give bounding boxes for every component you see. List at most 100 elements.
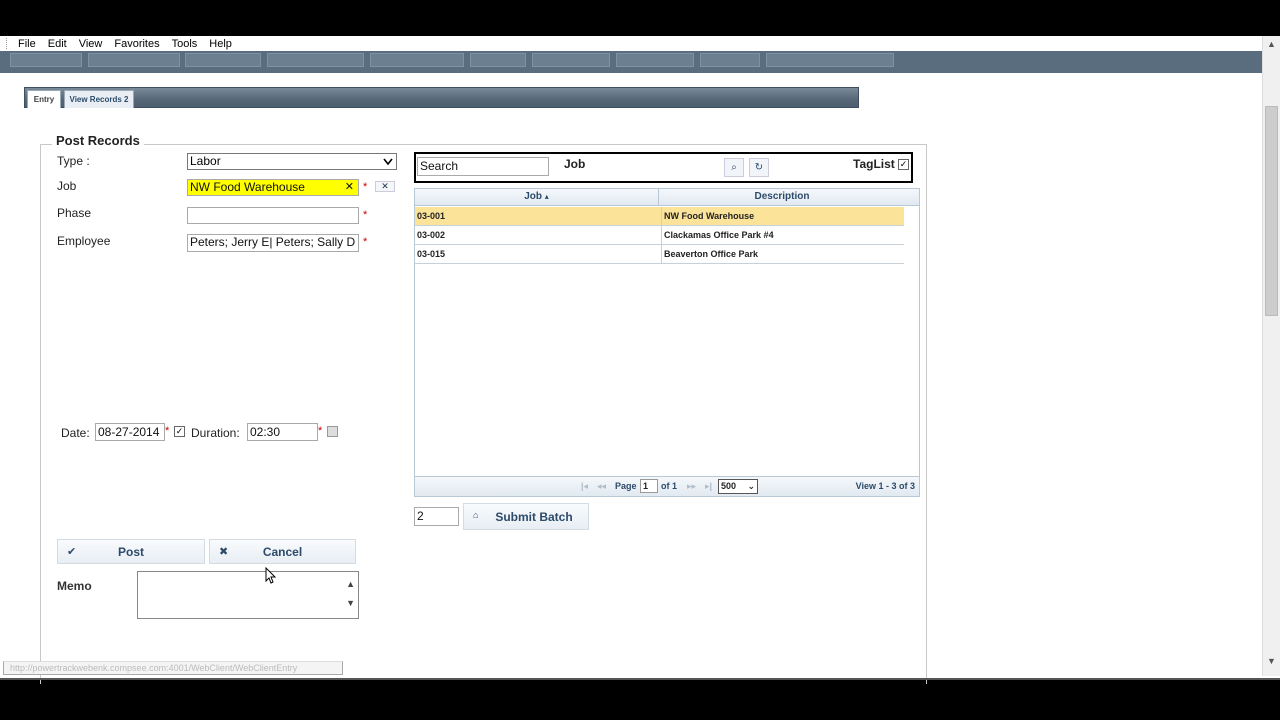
pager-page-label: Page	[615, 481, 637, 491]
prev-page-icon[interactable]: ◂◂	[597, 481, 606, 492]
nav-button-6[interactable]	[470, 53, 526, 67]
phase-required-mark: *	[363, 209, 368, 221]
status-bar-url: http://powertrackwebenk.compsee.com:4001…	[3, 661, 343, 675]
next-page-icon[interactable]: ▸▸	[687, 481, 696, 492]
first-page-icon[interactable]: |◂	[581, 481, 588, 492]
post-records-legend: Post Records	[52, 133, 144, 148]
check-icon: ✓	[899, 159, 908, 169]
batch-count-input[interactable]: 2	[414, 507, 459, 526]
type-label: Type :	[57, 154, 90, 168]
page-scrollbar[interactable]: ▲ ▼	[1262, 36, 1280, 676]
nav-button-10[interactable]	[766, 53, 894, 67]
column-job-label: Job	[524, 191, 542, 202]
lookup-search-bar: Search Job ⌕ ↻ TagList ✓	[414, 152, 913, 183]
nav-button-5[interactable]	[370, 53, 464, 67]
table-row[interactable]: 03-001 NW Food Warehouse	[415, 207, 904, 226]
chevron-down-icon	[383, 158, 393, 166]
scroll-down-icon[interactable]: ▼	[1267, 656, 1276, 666]
nav-button-8[interactable]	[616, 53, 694, 67]
lookup-grid: Job ▴ Description 03-001 NW Food Warehou…	[414, 188, 920, 497]
job-input-value: NW Food Warehouse	[190, 180, 305, 194]
nav-button-3[interactable]	[185, 53, 261, 67]
clear-icon[interactable]: ✕	[345, 180, 354, 194]
menu-edit[interactable]: Edit	[48, 38, 67, 50]
menu-help[interactable]: Help	[209, 38, 232, 50]
last-page-icon[interactable]: ▸|	[705, 481, 712, 492]
column-job-header[interactable]: Job ▴	[415, 189, 659, 206]
row-description: Beaverton Office Park	[661, 245, 904, 264]
window-bottom-border	[0, 678, 1280, 680]
nav-button-2[interactable]	[88, 53, 180, 67]
cancel-button-label: Cancel	[262, 545, 303, 559]
type-select-value: Labor	[190, 154, 221, 168]
menu-bar: File Edit View Favorites Tools Help	[0, 36, 1262, 51]
taglist-checkbox[interactable]: ✓	[898, 159, 909, 170]
post-button[interactable]: ✔ Post	[57, 539, 205, 564]
close-icon: ✕	[381, 181, 389, 191]
row-job: 03-015	[417, 249, 446, 259]
duration-checkbox[interactable]	[327, 426, 338, 437]
memo-textarea[interactable]: ▲ ▼	[137, 571, 359, 619]
job-remove-button[interactable]: ✕	[375, 181, 395, 192]
app-nav-strip	[0, 51, 1262, 73]
refresh-icon: ↻	[754, 162, 764, 173]
scroll-up-icon[interactable]: ▲	[346, 579, 355, 589]
menu-favorites[interactable]: Favorites	[114, 38, 159, 50]
row-description: Clackamas Office Park #4	[661, 226, 904, 245]
lookup-search-input[interactable]: Search	[417, 157, 549, 176]
search-button[interactable]: ⌕	[724, 158, 744, 177]
scroll-up-icon[interactable]: ▲	[1267, 39, 1276, 49]
menu-grip	[6, 38, 9, 49]
type-select[interactable]: Labor	[187, 153, 397, 170]
mouse-cursor-icon	[265, 567, 277, 584]
memo-label: Memo	[57, 579, 92, 593]
page-size-value: 500	[721, 481, 737, 491]
scrollbar-thumb[interactable]	[1265, 106, 1278, 316]
row-job: 03-002	[417, 230, 446, 240]
phase-label: Phase	[57, 206, 92, 220]
date-checkbox[interactable]: ✓	[174, 426, 185, 437]
nav-button-9[interactable]	[700, 53, 760, 67]
job-required-mark: *	[363, 181, 368, 193]
submit-batch-button[interactable]: ⌂ Submit Batch	[463, 503, 589, 530]
pager-page-input[interactable]: 1	[640, 479, 658, 493]
page-size-select[interactable]: 500 ⌄	[718, 479, 758, 494]
row-job: 03-001	[417, 211, 446, 221]
taglist-label: TagList	[853, 157, 895, 171]
employee-label: Employee	[57, 234, 111, 248]
menu-file[interactable]: File	[18, 38, 36, 50]
job-label: Job	[57, 179, 77, 193]
pager-of-label: of 1	[661, 481, 678, 491]
submit-batch-label: Submit Batch	[495, 510, 573, 524]
menu-tools[interactable]: Tools	[172, 38, 198, 50]
employee-input[interactable]: Peters; Jerry E| Peters; Sally D	[187, 234, 359, 252]
tab-entry[interactable]: Entry	[27, 90, 61, 108]
post-button-label: Post	[117, 545, 144, 559]
grid-pager: |◂ ◂◂ Page 1 of 1 ▸▸ ▸| 500 ⌄ View 1 - 3 …	[415, 476, 919, 496]
duration-label: Duration:	[191, 426, 240, 440]
chevron-down-icon: ⌄	[747, 481, 755, 491]
phase-input[interactable]	[187, 207, 359, 224]
table-row[interactable]: 03-002 Clackamas Office Park #4	[415, 226, 904, 245]
check-icon: ✓	[175, 426, 184, 436]
job-input[interactable]: NW Food Warehouse ✕	[187, 179, 359, 196]
date-required-mark: *	[165, 425, 170, 437]
nav-button-1[interactable]	[10, 53, 82, 67]
pager-view-text: View 1 - 3 of 3	[855, 481, 915, 491]
duration-input[interactable]: 02:30	[247, 423, 318, 441]
cancel-button[interactable]: ✖ Cancel	[209, 539, 356, 564]
column-description-header[interactable]: Description	[660, 189, 904, 206]
date-input[interactable]: 08-27-2014	[95, 423, 165, 441]
nav-button-7[interactable]	[532, 53, 610, 67]
tab-view-records[interactable]: View Records 2	[64, 90, 134, 108]
duration-required-mark: *	[318, 425, 323, 437]
date-label: Date:	[61, 426, 90, 440]
browser-window: File Edit View Favorites Tools Help Entr…	[0, 36, 1280, 684]
row-description: NW Food Warehouse	[661, 207, 904, 226]
nav-button-4[interactable]	[267, 53, 364, 67]
scroll-down-icon[interactable]: ▼	[346, 598, 355, 608]
employee-required-mark: *	[363, 236, 368, 248]
menu-view[interactable]: View	[79, 38, 103, 50]
table-row[interactable]: 03-015 Beaverton Office Park	[415, 245, 904, 264]
refresh-button[interactable]: ↻	[749, 158, 769, 177]
